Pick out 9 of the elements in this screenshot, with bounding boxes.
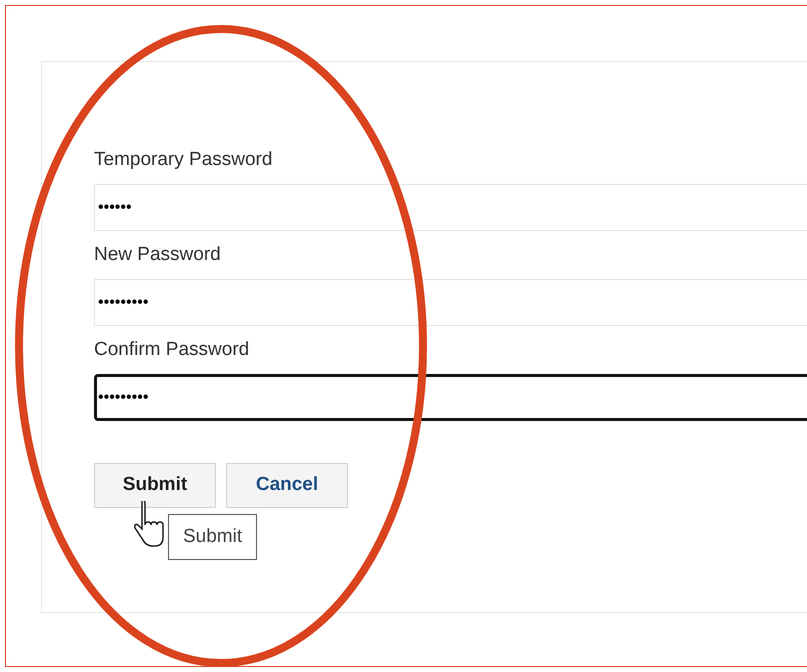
submit-button[interactable]: Submit <box>94 463 216 508</box>
field-label: Confirm Password <box>94 338 250 362</box>
field-label: New Password <box>94 243 222 267</box>
tooltip: Submit <box>168 514 258 560</box>
field-label: Temporary Password <box>94 148 274 172</box>
password-field[interactable]: ••••••••• <box>94 279 807 326</box>
password-field[interactable]: •••••• <box>94 184 807 231</box>
cancel-button[interactable]: Cancel <box>226 463 348 508</box>
password-field[interactable]: ••••••••• <box>94 374 807 421</box>
